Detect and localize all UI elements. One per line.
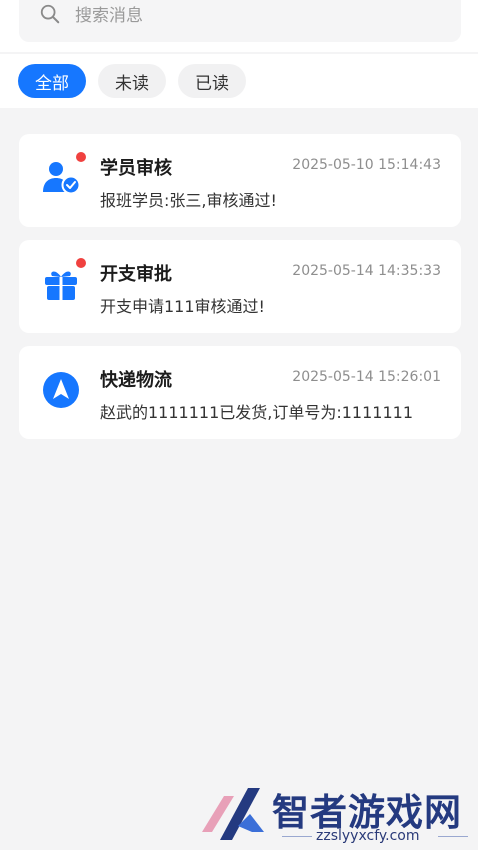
message-title: 开支审批 <box>100 264 172 285</box>
message-time: 2025-05-10 15:14:43 <box>292 157 441 173</box>
search-icon <box>39 3 61 29</box>
filter-tabs: 全部 未读 已读 <box>18 64 246 98</box>
tab-all[interactable]: 全部 <box>18 64 86 98</box>
watermark: 智者游戏网 zzslyyxcfy.com <box>198 780 478 850</box>
message-item-expense-approval[interactable]: 开支审批 2025-05-14 14:35:33 开支申请111审核通过! <box>19 240 461 333</box>
message-list: 学员审核 2025-05-10 15:14:43 报班学员:张三,审核通过! 开… <box>19 134 461 452</box>
message-content: 开支申请111审核通过! <box>100 297 265 316</box>
watermark-url: zzslyyxcfy.com <box>316 828 420 844</box>
watermark-divider <box>438 836 468 837</box>
user-check-icon <box>41 158 81 198</box>
search-input[interactable] <box>75 6 435 26</box>
watermark-divider <box>282 836 312 837</box>
message-item-express-logistics[interactable]: 快递物流 2025-05-14 15:26:01 赵武的1111111已发货,订… <box>19 346 461 439</box>
search-bar[interactable] <box>19 0 461 42</box>
message-title: 快递物流 <box>100 370 172 391</box>
watermark-logo-icon <box>198 782 268 846</box>
message-time: 2025-05-14 15:26:01 <box>292 369 441 385</box>
unread-badge <box>76 152 86 162</box>
header-area: 全部 未读 已读 <box>0 0 478 108</box>
divider <box>0 52 478 54</box>
message-item-student-review[interactable]: 学员审核 2025-05-10 15:14:43 报班学员:张三,审核通过! <box>19 134 461 227</box>
unread-badge <box>76 258 86 268</box>
message-content: 报班学员:张三,审核通过! <box>100 191 277 210</box>
navigation-arrow-icon <box>41 370 81 410</box>
tab-read[interactable]: 已读 <box>178 64 246 98</box>
gift-icon <box>41 264 81 304</box>
message-content: 赵武的1111111已发货,订单号为:1111111 <box>100 403 413 422</box>
message-title: 学员审核 <box>100 158 172 179</box>
message-time: 2025-05-14 14:35:33 <box>292 263 441 279</box>
tab-unread[interactable]: 未读 <box>98 64 166 98</box>
